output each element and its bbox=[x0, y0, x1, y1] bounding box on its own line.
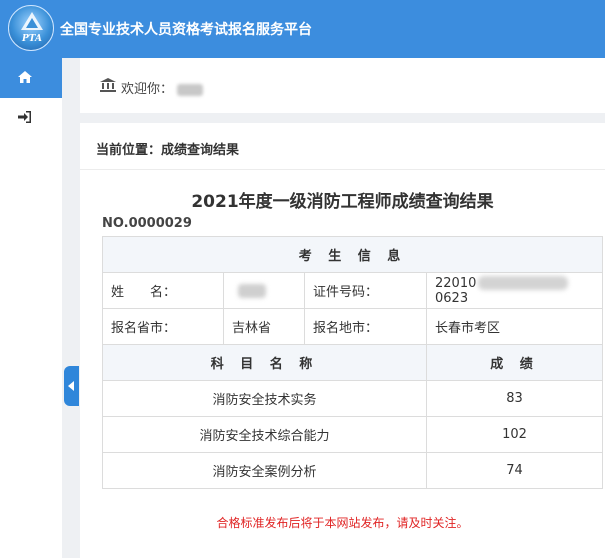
subject-name: 消防安全技术综合能力 bbox=[102, 416, 427, 453]
subject-score: 102 bbox=[425, 416, 604, 453]
breadcrumb-text: 当前位置：成绩查询结果 bbox=[96, 143, 240, 158]
notice-text: 合格标准发布后将于本网站发布，请及时关注。 bbox=[216, 516, 469, 530]
logo-text: PTA bbox=[22, 34, 42, 44]
subject-header: 科 目 名 称 bbox=[102, 344, 427, 381]
score-header: 成 绩 bbox=[425, 344, 604, 381]
sidebar-collapse-button[interactable] bbox=[64, 366, 79, 406]
table-row: 报名省市： 吉林省 报名地市： 长春市考区 bbox=[102, 308, 604, 345]
table-row: 消防安全技术综合能力 102 bbox=[102, 416, 604, 453]
caret-left-icon bbox=[68, 381, 74, 391]
id-prefix: 22010 bbox=[435, 275, 477, 291]
table-row: 姓 名： 证件号码： 220100623 bbox=[102, 272, 604, 309]
name-value bbox=[223, 272, 305, 309]
sidebar-item-login[interactable] bbox=[0, 98, 62, 138]
table-row: 消防安全案例分析 74 bbox=[102, 452, 604, 489]
subject-name: 消防安全技术实务 bbox=[102, 380, 427, 417]
subject-score: 74 bbox=[425, 452, 604, 489]
subject-score: 83 bbox=[425, 380, 604, 417]
redacted-name bbox=[238, 283, 266, 298]
top-bar: PTA 全国专业技术人员资格考试报名服务平台 bbox=[0, 0, 605, 58]
id-value: 220100623 bbox=[425, 272, 604, 309]
name-label: 姓 名： bbox=[102, 272, 224, 309]
sidebar bbox=[0, 58, 62, 558]
site-value: 长春市考区 bbox=[425, 308, 604, 345]
table-row: 消防安全技术实务 83 bbox=[102, 380, 604, 417]
id-suffix: 0623 bbox=[435, 290, 469, 306]
province-value: 吉林省 bbox=[223, 308, 305, 345]
welcome-label: 欢迎你： bbox=[121, 82, 174, 97]
home-icon bbox=[18, 71, 32, 83]
breadcrumb: 当前位置：成绩查询结果 bbox=[80, 123, 605, 170]
score-table: 考 生 信 息 姓 名： 证件号码： 220100623 报名省市： 吉林省 报… bbox=[101, 236, 604, 489]
site-title: 全国专业技术人员资格考试报名服务平台 bbox=[60, 22, 312, 38]
subject-name: 消防安全案例分析 bbox=[102, 452, 427, 489]
main-panel: 当前位置：成绩查询结果 2021年度一级消防工程师成绩查询结果 NO.00000… bbox=[80, 123, 605, 558]
redacted-id bbox=[478, 276, 569, 290]
result-title: 2021年度一级消防工程师成绩查询结果 bbox=[191, 192, 494, 212]
redacted-username bbox=[177, 83, 204, 96]
sidebar-item-home[interactable] bbox=[0, 58, 62, 98]
table-row: 考 生 信 息 bbox=[101, 236, 604, 273]
record-number: NO.0000029 bbox=[102, 216, 192, 231]
welcome-bar: 欢迎你： bbox=[80, 58, 605, 113]
table-row: 科 目 名 称 成 绩 bbox=[102, 344, 604, 381]
province-label: 报名省市： bbox=[102, 308, 224, 345]
institution-icon bbox=[100, 78, 116, 92]
id-label: 证件号码： bbox=[304, 272, 427, 309]
info-header: 考 生 信 息 bbox=[101, 236, 604, 273]
sign-in-icon bbox=[18, 111, 31, 123]
pta-logo: PTA bbox=[8, 5, 54, 51]
site-label: 报名地市： bbox=[304, 308, 427, 345]
welcome-text: 欢迎你： bbox=[121, 78, 204, 97]
